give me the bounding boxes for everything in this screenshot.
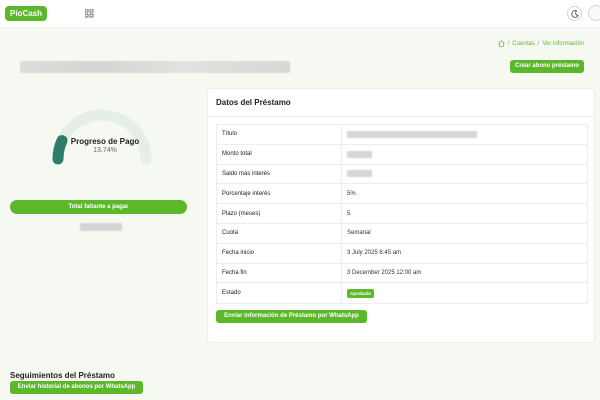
top-bar: PioCash bbox=[0, 0, 600, 28]
row-label: Plazo (meses) bbox=[217, 204, 342, 223]
remaining-amount bbox=[80, 223, 122, 231]
page-title bbox=[20, 61, 290, 73]
send-history-whatsapp-button[interactable]: Enviar historial de abonos por WhatsApp bbox=[10, 381, 143, 394]
row-label: Saldo más interés bbox=[217, 164, 342, 184]
theme-toggle-button[interactable] bbox=[567, 6, 582, 21]
row-value-titulo bbox=[342, 125, 587, 144]
table-row: Fecha inicio 3 July 2025 6:45 am bbox=[217, 243, 587, 264]
table-row: Porcentaje interés 5% bbox=[217, 184, 587, 205]
tracking-section-title: Seguimientos del Préstamo bbox=[10, 371, 115, 380]
breadcrumb-separator: / bbox=[537, 40, 540, 47]
table-row: Título bbox=[217, 125, 587, 145]
row-label: Título bbox=[217, 125, 342, 144]
table-row: Fecha fin 3 December 2025 12:00 am bbox=[217, 263, 587, 284]
row-value-fecha-inicio: 3 July 2025 6:45 am bbox=[347, 250, 402, 257]
row-value-saldo-interes bbox=[342, 165, 587, 184]
row-label: Porcentaje interés bbox=[217, 184, 342, 204]
home-icon[interactable] bbox=[497, 40, 505, 47]
table-row: Cuota Semanal bbox=[217, 223, 587, 244]
row-value-estado: Aprobado bbox=[342, 283, 587, 303]
table-row: Saldo más interés bbox=[217, 164, 587, 185]
table-row: Estado Aprobado bbox=[217, 283, 587, 304]
row-value-fecha-fin: 3 December 2025 12:00 am bbox=[347, 269, 422, 276]
divider bbox=[208, 116, 594, 117]
progress-title: Progreso de Pago bbox=[70, 137, 140, 146]
row-value-cuota: Semanal bbox=[347, 230, 371, 237]
progress-percent: 13.74% bbox=[93, 147, 117, 154]
create-payment-button[interactable]: Crear abono préstamo bbox=[510, 60, 584, 73]
row-value-porcentaje: 5% bbox=[347, 190, 356, 197]
row-label: Fecha inicio bbox=[217, 243, 342, 263]
row-label: Cuota bbox=[217, 223, 342, 243]
row-label: Fecha fin bbox=[217, 263, 342, 283]
remaining-total-button[interactable]: Total faltante a pagar bbox=[10, 200, 187, 214]
breadcrumb-item-cuentas[interactable]: Cuentas bbox=[512, 41, 534, 47]
row-value-plazo: 5 bbox=[347, 210, 351, 217]
loan-details-table: Título Monto total Saldo más interés Por… bbox=[216, 124, 588, 305]
user-avatar[interactable] bbox=[588, 5, 600, 21]
table-row: Monto total bbox=[217, 144, 587, 165]
loan-details-title: Datos del Préstamo bbox=[216, 98, 291, 107]
row-value-monto-total bbox=[342, 145, 587, 164]
status-badge: Aprobado bbox=[347, 288, 375, 298]
breadcrumb-separator: / bbox=[507, 40, 510, 47]
progress-panel: Progreso de Pago 13.74% Total faltante a… bbox=[5, 85, 197, 345]
row-label: Estado bbox=[217, 283, 342, 304]
row-label: Monto total bbox=[217, 144, 342, 164]
apps-grid-icon[interactable] bbox=[85, 9, 94, 18]
table-row: Plazo (meses) 5 bbox=[217, 204, 587, 224]
moon-icon bbox=[570, 9, 579, 18]
breadcrumb-item-ver-informacion: Ver información bbox=[542, 40, 584, 47]
app-logo[interactable]: PioCash bbox=[5, 6, 48, 21]
loan-details-card: Datos del Préstamo Título Monto total Sa… bbox=[207, 88, 595, 343]
send-loan-whatsapp-button[interactable]: Enviar información de Préstamo por Whats… bbox=[216, 310, 367, 323]
breadcrumb: / Cuentas / Ver información bbox=[497, 40, 584, 47]
